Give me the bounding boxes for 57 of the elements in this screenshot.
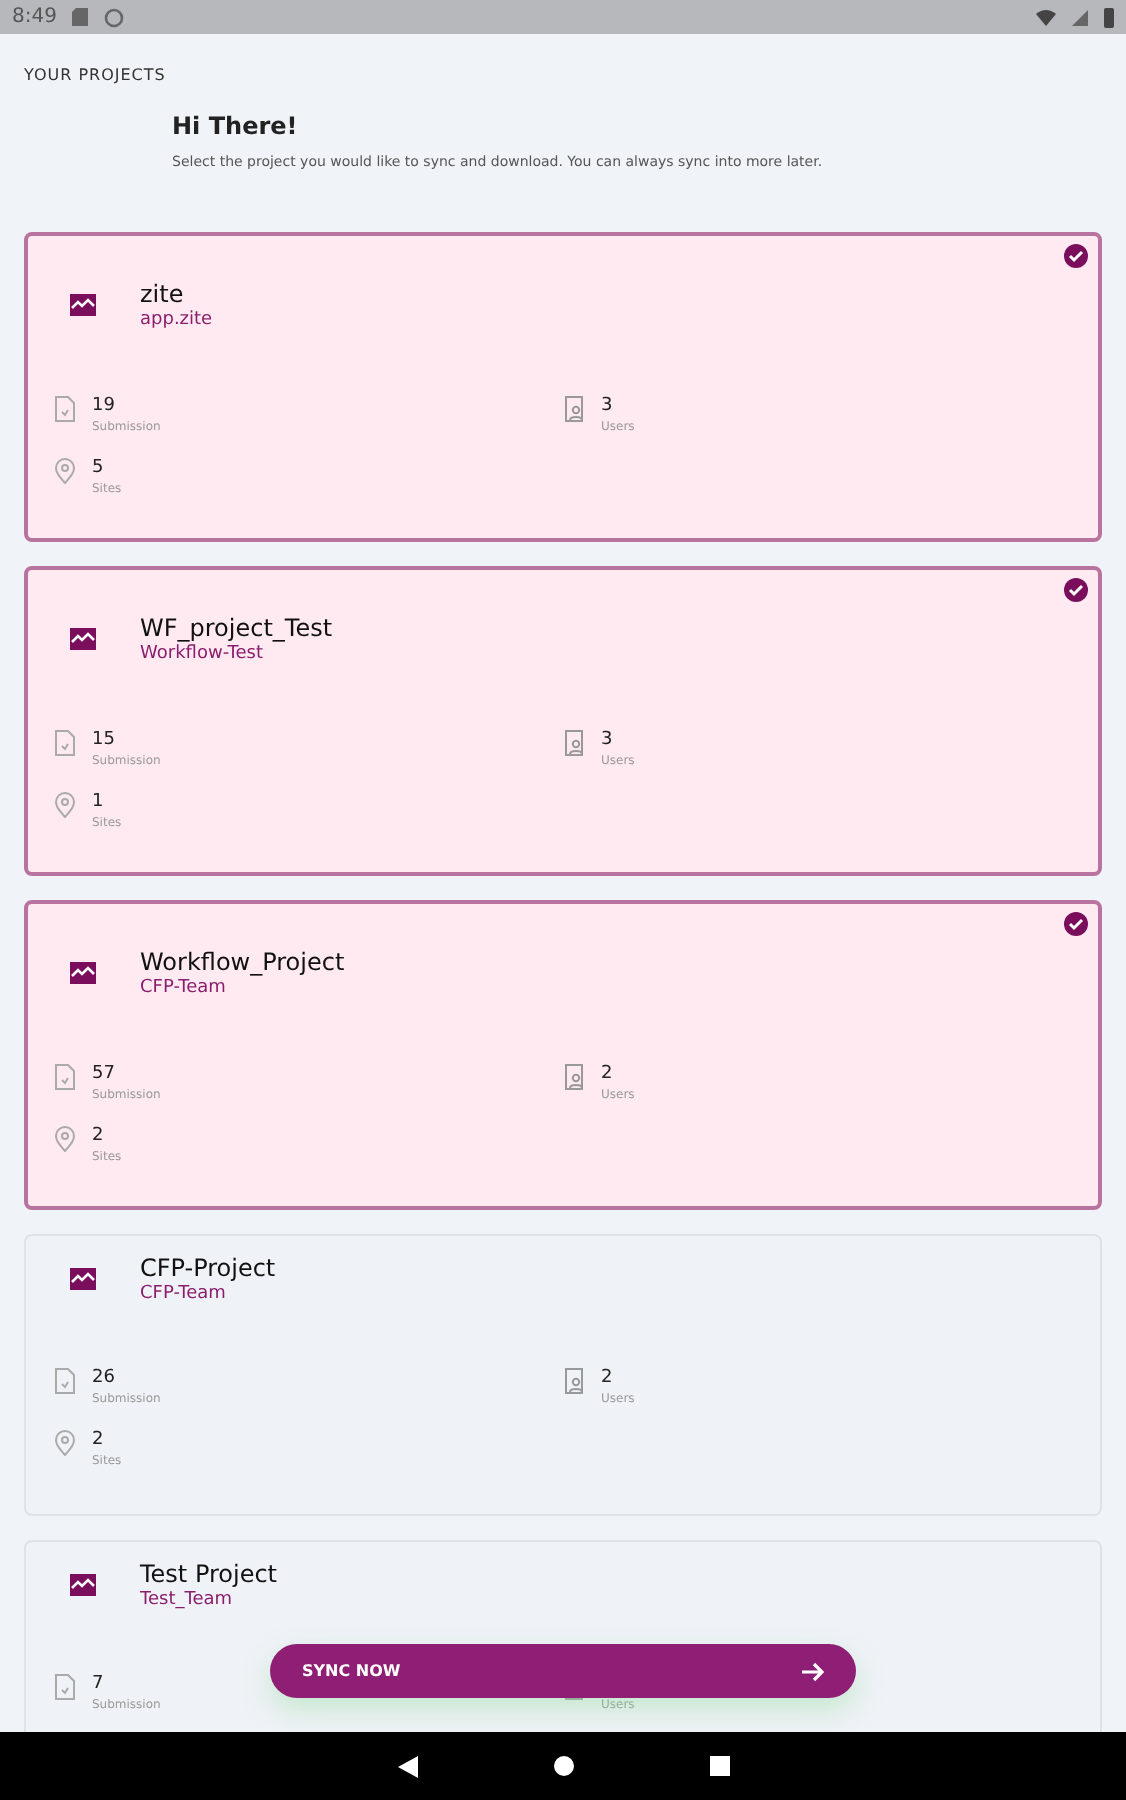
- project-name: WF_project_Test: [140, 614, 333, 642]
- team-name: Workflow-Test: [140, 644, 265, 664]
- document-icon: [54, 396, 76, 422]
- team-name: app.zite: [140, 310, 213, 330]
- project-icon: [70, 1268, 96, 1290]
- document-icon: [54, 1674, 76, 1700]
- stat-value: 26: [92, 1368, 117, 1388]
- battery-icon: [1104, 7, 1114, 27]
- stat-value: 19: [92, 396, 117, 416]
- document-icon: [54, 1064, 76, 1090]
- project-icon: [70, 628, 96, 650]
- project-name: zite: [140, 280, 186, 308]
- stat-value: 3: [601, 730, 615, 750]
- back-icon[interactable]: [397, 1755, 417, 1777]
- team-name: CFP-Team: [140, 1284, 228, 1304]
- circle-icon: [104, 7, 125, 27]
- location-pin-icon: [54, 1430, 76, 1456]
- sd-card-icon: [72, 8, 89, 26]
- user-document-icon: [563, 1368, 585, 1394]
- stat-value: 2: [601, 1064, 615, 1084]
- stat-value: 15: [92, 730, 117, 750]
- greeting: Hi There!: [172, 112, 300, 140]
- arrow-right-icon: [802, 1661, 824, 1681]
- home-icon[interactable]: [553, 1756, 573, 1776]
- check-circle-icon: [1064, 244, 1088, 268]
- project-icon: [70, 294, 96, 316]
- stat-value: 5: [92, 458, 106, 478]
- document-icon: [54, 1368, 76, 1394]
- document-icon: [54, 730, 76, 756]
- status-time: 8:49: [12, 6, 57, 28]
- section-title: YOUR PROJECTS: [24, 66, 168, 84]
- team-name: CFP-Team: [140, 978, 228, 998]
- stat-value: 1: [92, 792, 106, 812]
- user-document-icon: [563, 730, 585, 756]
- project-name: CFP-Project: [140, 1254, 276, 1282]
- location-pin-icon: [54, 1126, 76, 1152]
- project-icon: [70, 962, 96, 984]
- stat-value: 2: [92, 1126, 106, 1146]
- user-document-icon: [563, 1064, 585, 1090]
- stat-value: 7: [92, 1674, 106, 1694]
- user-document-icon: [563, 396, 585, 422]
- team-name: Test_Team: [140, 1590, 235, 1610]
- location-pin-icon: [54, 792, 76, 818]
- project-icon: [70, 1574, 96, 1596]
- signal-icon: [1072, 9, 1088, 25]
- check-circle-icon: [1064, 912, 1088, 936]
- sync-now-button[interactable]: SYNC NOW: [270, 1644, 856, 1698]
- recents-icon[interactable]: [709, 1756, 729, 1776]
- project-name: Workflow_Project: [140, 948, 345, 976]
- location-pin-icon: [54, 458, 76, 484]
- check-circle-icon: [1064, 578, 1088, 602]
- stat-value: 57: [92, 1064, 117, 1084]
- stat-value: 2: [601, 1368, 615, 1388]
- stat-value: 3: [601, 396, 615, 416]
- wifi-icon: [1036, 9, 1056, 25]
- stat-value: 2: [92, 1430, 106, 1450]
- project-name: Test Project: [140, 1560, 278, 1588]
